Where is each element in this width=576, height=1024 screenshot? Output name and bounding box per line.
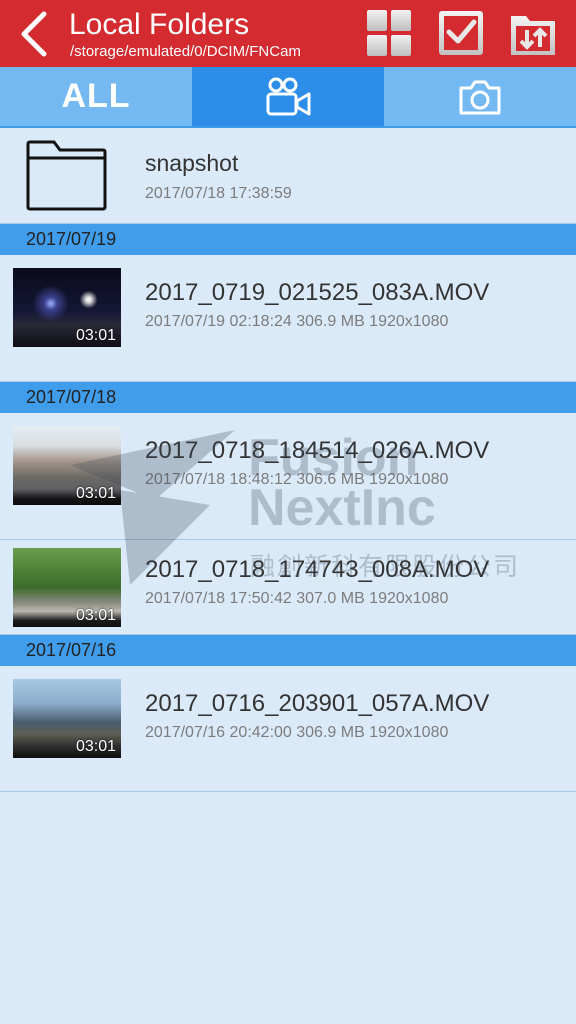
video-row[interactable]: 03:01 2017_0718_174743_008A.MOV 2017/07/… (0, 540, 576, 635)
date-group-header: 2017/07/16 (0, 635, 576, 666)
video-row[interactable]: 03:01 2017_0718_184514_026A.MOV 2017/07/… (0, 413, 576, 540)
video-filename: 2017_0718_184514_026A.MOV (145, 437, 490, 464)
select-checkbox-icon[interactable] (436, 8, 486, 58)
video-duration: 03:01 (75, 485, 116, 502)
video-thumbnail: 03:01 (13, 548, 121, 627)
folder-date: 2017/07/18 17:38:59 (145, 185, 292, 202)
video-row[interactable]: 03:01 2017_0719_021525_083A.MOV 2017/07/… (0, 255, 576, 382)
video-meta: 2017/07/16 20:42:00 306.9 MB 1920x1080 (145, 724, 449, 741)
folder-sort-icon[interactable] (508, 8, 558, 58)
video-meta: 2017/07/19 02:18:24 306.9 MB 1920x1080 (145, 313, 449, 330)
app-header: Local Folders /storage/emulated/0/DCIM/F… (0, 0, 576, 67)
photo-camera-icon (459, 80, 501, 114)
date-group-header: 2017/07/18 (0, 382, 576, 413)
file-list: snapshot 2017/07/18 17:38:59 2017/07/19 … (0, 128, 576, 792)
folder-row-snapshot[interactable]: snapshot 2017/07/18 17:38:59 (0, 128, 576, 224)
back-arrow-icon[interactable] (10, 8, 56, 60)
folder-name: snapshot (145, 150, 239, 176)
video-row[interactable]: 03:01 2017_0716_203901_057A.MOV 2017/07/… (0, 666, 576, 792)
video-duration: 03:01 (75, 327, 116, 344)
video-thumbnail: 03:01 (13, 426, 121, 505)
video-duration: 03:01 (75, 607, 116, 624)
tab-all[interactable]: ALL (0, 67, 192, 126)
video-filename: 2017_0719_021525_083A.MOV (145, 279, 490, 306)
video-meta: 2017/07/18 17:50:42 307.0 MB 1920x1080 (145, 590, 449, 607)
date-group-header: 2017/07/19 (0, 224, 576, 255)
video-meta: 2017/07/18 18:48:12 306.6 MB 1920x1080 (145, 471, 449, 488)
tab-videos[interactable] (192, 67, 384, 126)
folder-icon (26, 140, 107, 211)
video-thumbnail: 03:01 (13, 679, 121, 758)
filter-tabs: ALL (0, 67, 576, 128)
video-filename: 2017_0716_203901_057A.MOV (145, 690, 490, 717)
video-duration: 03:01 (75, 738, 116, 755)
video-filename: 2017_0718_174743_008A.MOV (145, 556, 490, 583)
folder-path: /storage/emulated/0/DCIM/FNCam (70, 43, 301, 60)
tab-photos[interactable] (384, 67, 576, 126)
page-title: Local Folders (69, 8, 250, 41)
tab-all-label: ALL (61, 77, 131, 115)
video-camera-icon (266, 77, 311, 115)
grid-view-icon[interactable] (364, 8, 414, 58)
video-thumbnail: 03:01 (13, 268, 121, 347)
